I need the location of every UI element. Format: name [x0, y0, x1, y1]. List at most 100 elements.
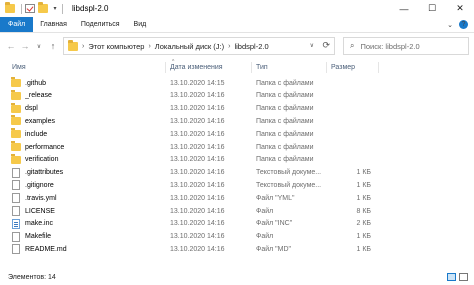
column-divider[interactable]	[251, 62, 252, 73]
file-row[interactable]: .travis.yml 13.10.2020 14:16 Файл "YML" 1 К…	[0, 192, 474, 204]
column-divider[interactable]	[378, 62, 379, 73]
file-size	[331, 128, 371, 140]
file-row[interactable]: performance 13.10.2020 14:16 Папка с файла…	[0, 141, 474, 153]
view-switcher	[444, 273, 468, 281]
file-size: 1 КБ	[356, 181, 371, 189]
file-row[interactable]: .gitignore 13.10.2020 14:16 Текстовый доку…	[0, 179, 474, 191]
ribbon-right-controls: ⌄ ?	[441, 17, 474, 32]
file-name: performance	[25, 143, 65, 151]
column-name[interactable]: Имя	[12, 60, 26, 74]
folder-icon	[11, 128, 21, 139]
tab-view[interactable]: Вид	[127, 17, 154, 32]
file-type: Папка с файлами	[256, 143, 314, 151]
address-dropdown-icon[interactable]: ∨	[310, 42, 314, 49]
file-date: 13.10.2020 14:16	[170, 245, 225, 253]
file-row[interactable]: dspl 13.10.2020 14:16 Папка с файлами	[0, 102, 474, 115]
file-date: 13.10.2020 14:16	[170, 92, 225, 100]
file-row[interactable]: Makefile 13.10.2020 14:16 Файл 1 КБ	[0, 231, 474, 243]
close-button[interactable]: ✕	[446, 0, 474, 17]
expand-ribbon-icon[interactable]: ⌄	[447, 21, 453, 29]
file-name: .travis.yml	[25, 194, 57, 202]
file-row[interactable]: verification 13.10.2020 14:16 Папка с файл…	[0, 153, 474, 166]
column-header: Имя ^ Дата изменения Тип Размер	[0, 59, 474, 74]
window-title: libdspl-2.0	[72, 4, 109, 13]
breadcrumb-separator[interactable]: ›	[82, 43, 84, 50]
document-icon	[12, 180, 20, 191]
file-size	[331, 141, 371, 153]
file-row[interactable]: make.inc 13.10.2020 14:16 Файл "INC" 2 КБ	[0, 218, 474, 230]
breadcrumb-local-disk[interactable]: Локальный диск (J:)	[155, 42, 224, 51]
breadcrumb-current-folder[interactable]: libdspl-2.0	[234, 42, 268, 51]
inc-file-icon	[12, 218, 20, 229]
file-row[interactable]: LICENSE 13.10.2020 14:16 Файл 8 КБ	[0, 205, 474, 217]
file-row[interactable]: examples 13.10.2020 14:16 Папка с файлами	[0, 115, 474, 127]
file-row[interactable]: README.md 13.10.2020 14:16 Файл "MD" 1 КБ	[0, 243, 474, 255]
file-type: Файл "INC"	[256, 220, 293, 228]
file-date: 13.10.2020 14:16	[170, 130, 225, 138]
up-arrow-icon[interactable]: ↑	[46, 41, 60, 51]
file-type: Файл	[256, 233, 274, 241]
search-input[interactable]	[360, 41, 461, 51]
help-icon[interactable]: ?	[459, 20, 468, 29]
status-bar: Элементов: 14	[0, 269, 474, 285]
file-row[interactable]: .gitattributes 13.10.2020 14:16 Текстовый …	[0, 167, 474, 179]
maximize-button[interactable]: ☐	[418, 0, 446, 17]
file-date: 13.10.2020 14:16	[170, 194, 225, 202]
refresh-icon[interactable]: ⟳	[322, 40, 330, 51]
file-size: 1 КБ	[356, 245, 371, 253]
file-row[interactable]: include 13.10.2020 14:16 Папка с файлами	[0, 128, 474, 140]
forward-arrow-icon[interactable]: →	[18, 41, 32, 51]
document-icon	[12, 244, 20, 255]
breadcrumb-separator[interactable]: ›	[228, 43, 230, 50]
new-folder-icon[interactable]	[38, 2, 48, 13]
file-row[interactable]: _release 13.10.2020 14:16 Папка с файлами	[0, 89, 474, 102]
file-size: 1 КБ	[356, 194, 371, 202]
search-icon: ⌕	[350, 41, 355, 50]
search-box[interactable]: ⌕	[343, 37, 469, 55]
file-date: 13.10.2020 14:16	[170, 169, 225, 177]
minimize-button[interactable]: —	[390, 0, 418, 17]
file-name: examples	[25, 117, 55, 125]
tab-share[interactable]: Поделиться	[74, 17, 127, 32]
file-date: 13.10.2020 14:16	[170, 220, 225, 228]
large-icons-view-icon[interactable]	[459, 273, 468, 281]
window-controls: — ☐ ✕	[390, 0, 474, 17]
address-bar[interactable]: › Этот компьютер › Локальный диск (J:) ›…	[63, 37, 335, 55]
title-bar: ▾ libdspl-2.0 — ☐ ✕	[0, 0, 474, 17]
customize-toolbar-icon[interactable]: ▾	[51, 5, 59, 12]
file-date: 13.10.2020 14:16	[170, 105, 225, 113]
folder-icon	[11, 153, 21, 164]
column-date[interactable]: Дата изменения	[170, 60, 223, 74]
file-type: Текстовый докуме...	[256, 181, 322, 189]
file-type: Файл	[256, 207, 274, 215]
file-date: 13.10.2020 14:16	[170, 117, 225, 125]
navigation-bar: ← → ∨ ↑ › Этот компьютер › Локальный дис…	[0, 34, 474, 58]
column-divider[interactable]	[165, 62, 166, 73]
back-arrow-icon[interactable]: ←	[4, 41, 18, 51]
file-row[interactable]: .github 13.10.2020 14:15 Папка с файлами	[0, 77, 474, 89]
file-size: 1 КБ	[356, 233, 371, 241]
file-type: Папка с файлами	[256, 92, 314, 100]
file-size	[331, 103, 371, 115]
recent-locations-icon[interactable]: ∨	[32, 43, 46, 50]
quick-access-toolbar: ▾	[0, 0, 66, 17]
file-size: 1 КБ	[356, 169, 371, 177]
tab-file[interactable]: Файл	[0, 17, 34, 32]
column-divider[interactable]	[326, 62, 327, 73]
breadcrumb-this-pc[interactable]: Этот компьютер	[88, 42, 144, 51]
file-name: dspl	[25, 105, 38, 113]
file-type: Папка с файлами	[256, 117, 314, 125]
folder-icon	[11, 102, 21, 113]
column-type[interactable]: Тип	[256, 60, 268, 74]
document-icon	[12, 231, 20, 242]
file-size	[331, 77, 371, 89]
tab-home[interactable]: Главная	[33, 17, 74, 32]
file-size: 2 КБ	[356, 220, 371, 228]
column-size[interactable]: Размер	[331, 60, 355, 74]
folder-icon	[68, 39, 78, 51]
properties-icon[interactable]	[25, 4, 35, 13]
details-view-icon[interactable]	[447, 273, 456, 281]
folder-icon	[11, 89, 21, 100]
breadcrumb-separator[interactable]: ›	[148, 43, 150, 50]
document-icon	[12, 206, 20, 216]
